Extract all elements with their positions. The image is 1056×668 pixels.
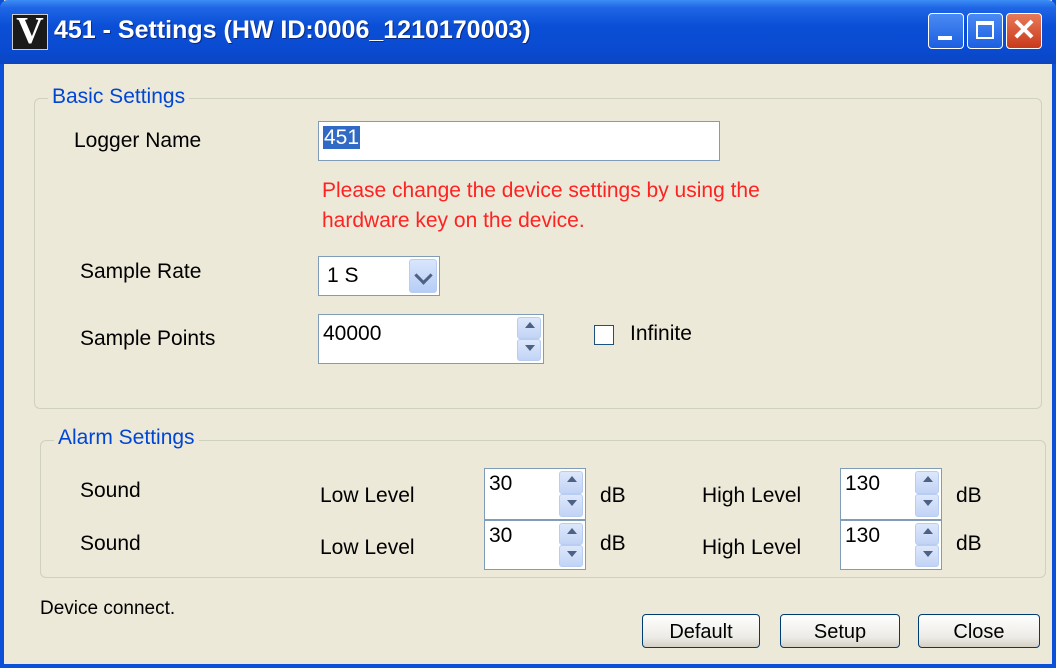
spin-up-button[interactable] (915, 523, 939, 545)
sample-points-value: 40000 (323, 322, 382, 345)
alarm-row-2-low-label: Low Level (320, 536, 415, 559)
alarm-row-2-high-value: 130 (845, 524, 881, 547)
sample-points-label: Sample Points (80, 327, 216, 350)
alarm-row-2-high-spinner[interactable] (915, 523, 939, 567)
spin-up-button[interactable] (915, 471, 939, 494)
alarm-row-1-high-spinner[interactable] (915, 471, 939, 517)
window-title: 451 - Settings (HW ID:0006_1210170003) (54, 16, 531, 44)
arrow-up-icon (567, 476, 577, 482)
alarm-row-2-name: Sound (80, 532, 141, 555)
logger-name-input[interactable]: 451 (318, 121, 720, 161)
default-button[interactable]: Default (642, 614, 760, 648)
warning-line-2: hardware key on the device. (322, 209, 585, 232)
alarm-row-2-high-label: High Level (702, 536, 802, 559)
title-bar[interactable]: V 451 - Settings (HW ID:0006_1210170003)… (0, 0, 1056, 64)
status-text: Device connect. (40, 598, 176, 619)
alarm-row-2-low-unit: dB (600, 532, 626, 555)
maximize-button[interactable] (967, 13, 1003, 49)
arrow-down-icon (567, 500, 577, 506)
chevron-down-icon (414, 266, 433, 285)
alarm-row-1-low-label: Low Level (320, 484, 415, 507)
alarm-row-1-name: Sound (80, 479, 141, 502)
alarm-row-1-low-value: 30 (489, 472, 513, 495)
spin-down-button[interactable] (517, 339, 541, 361)
sample-rate-value: 1 S (327, 264, 359, 287)
alarm-row-1-high-value: 130 (845, 472, 881, 495)
settings-window: V 451 - Settings (HW ID:0006_1210170003)… (0, 0, 1056, 668)
minimize-button[interactable] (928, 13, 964, 49)
alarm-row-2-low-value: 30 (489, 524, 513, 547)
spin-up-button[interactable] (559, 471, 583, 494)
alarm-row-2-high-input[interactable]: 130 (840, 520, 942, 570)
sample-points-spinner[interactable] (517, 317, 541, 361)
arrow-up-icon (923, 528, 933, 534)
logger-name-value: 451 (323, 126, 361, 149)
maximize-icon (976, 21, 994, 39)
dropdown-arrow-button[interactable] (409, 259, 437, 293)
warning-message: Please change the device settings by usi… (322, 176, 760, 236)
alarm-row-1-high-input[interactable]: 130 (840, 468, 942, 520)
infinite-checkbox[interactable] (594, 325, 614, 345)
spin-up-button[interactable] (559, 523, 583, 545)
arrow-down-icon (567, 551, 577, 557)
sample-rate-label: Sample Rate (80, 260, 202, 283)
close-window-button[interactable]: ✕ (1006, 13, 1042, 49)
alarm-row-2-high-unit: dB (956, 532, 982, 555)
spin-down-button[interactable] (559, 545, 583, 567)
alarm-row-1-high-label: High Level (702, 484, 802, 507)
spin-down-button[interactable] (559, 494, 583, 517)
arrow-up-icon (923, 476, 933, 482)
app-logo-icon: V (12, 11, 48, 51)
setup-button[interactable]: Setup (780, 614, 900, 648)
basic-settings-legend: Basic Settings (48, 85, 190, 109)
alarm-settings-legend: Alarm Settings (54, 426, 199, 450)
alarm-row-2-low-spinner[interactable] (559, 523, 583, 567)
minimize-icon (938, 36, 952, 40)
alarm-row-1-low-spinner[interactable] (559, 471, 583, 517)
logger-name-label: Logger Name (74, 129, 202, 152)
alarm-row-1-low-input[interactable]: 30 (484, 468, 586, 520)
close-button[interactable]: Close (918, 614, 1040, 648)
infinite-label[interactable]: Infinite (630, 322, 692, 346)
alarm-row-1-high-unit: dB (956, 484, 982, 507)
sample-rate-select[interactable]: 1 S (318, 256, 440, 296)
spin-up-button[interactable] (517, 317, 541, 339)
spin-down-button[interactable] (915, 494, 939, 517)
warning-line-1: Please change the device settings by usi… (322, 179, 760, 202)
arrow-down-icon (923, 500, 933, 506)
sample-points-input[interactable]: 40000 (318, 314, 544, 364)
arrow-up-icon (567, 528, 577, 534)
spin-down-button[interactable] (915, 545, 939, 567)
arrow-down-icon (923, 551, 933, 557)
alarm-row-2-low-input[interactable]: 30 (484, 520, 586, 570)
alarm-row-1-low-unit: dB (600, 484, 626, 507)
arrow-up-icon (525, 322, 535, 328)
arrow-down-icon (525, 345, 535, 351)
close-icon: ✕ (1011, 14, 1037, 47)
